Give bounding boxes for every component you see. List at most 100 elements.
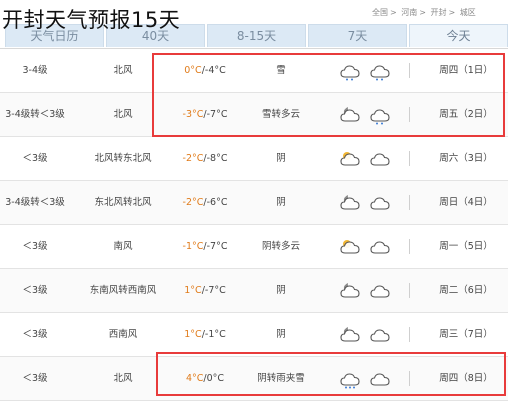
- forecast-row: 周六（3日） 阴 -2°C/-8°C 北风转东北风 ＜3级: [0, 137, 508, 181]
- wind-direction: 西南风: [108, 329, 138, 340]
- snow-cloud-icon: [338, 49, 362, 92]
- column-divider: [409, 195, 410, 210]
- weather-desc: 阴转雨夹雪: [257, 373, 305, 384]
- snow-cloud-icon: [368, 49, 392, 92]
- temp-low: -7°C: [204, 285, 226, 296]
- moon-cloud-icon: [338, 93, 362, 136]
- temp-low: -7°C: [206, 241, 228, 252]
- forecast-date: 周二（6日）: [439, 285, 493, 296]
- forecast-table: 周四（1日） 雪 0°C/-4°C 北风 3-4级周五（2日） 雪转多云 -3°C/-7°C…: [0, 48, 508, 401]
- column-divider: [409, 371, 410, 386]
- weather-desc: 阴: [276, 197, 286, 208]
- cloud-icon: [368, 313, 392, 356]
- breadcrumb-item-district[interactable]: 城区: [460, 8, 476, 17]
- forecast-date: 周四（8日）: [439, 373, 493, 384]
- temp-high: 4°C: [185, 373, 204, 384]
- cloud-icon: [368, 181, 392, 224]
- temp-low: -8°C: [206, 153, 228, 164]
- forecast-row: 周日（4日） 阴 -2°C/-6°C 东北风转北风 3-4级转＜3级: [0, 181, 508, 225]
- column-divider: [409, 151, 410, 166]
- temperature: 0°C/-4°C: [172, 49, 238, 92]
- cloud-icon: [368, 269, 392, 312]
- column-divider: [409, 63, 410, 78]
- forecast-date: 周三（7日）: [439, 329, 493, 340]
- wind-level: 3-4级转＜3级: [5, 109, 65, 120]
- wind-direction: 北风: [113, 373, 133, 384]
- column-divider: [409, 239, 410, 254]
- sun-cloud-icon: [338, 225, 362, 268]
- forecast-date: 周四（1日）: [439, 65, 493, 76]
- moon-cloud-icon: [338, 313, 362, 356]
- forecast-date: 周一（5日）: [439, 241, 493, 252]
- page-title: 开封天气预报15天: [2, 8, 181, 32]
- forecast-row: 周一（5日） 阴转多云 -1°C/-7°C 南风 ＜3级: [0, 225, 508, 269]
- temp-high: -1°C: [182, 241, 204, 252]
- forecast-row: 周三（7日） 阴 1°C/-1°C 西南风 ＜3级: [0, 313, 508, 357]
- wind-direction: 南风: [113, 241, 133, 252]
- forecast-row: 周四（8日） 阴转雨夹雪 4°C/0°C 北风 ＜3级: [0, 357, 508, 401]
- wind-level: ＜3级: [22, 153, 48, 164]
- column-divider: [409, 327, 410, 342]
- wind-level: 3-4级: [22, 65, 48, 76]
- tab-today[interactable]: 今天: [409, 24, 508, 47]
- temp-low: 0°C: [206, 373, 225, 384]
- forecast-date: 周六（3日）: [439, 153, 493, 164]
- weather-desc: 阴: [276, 285, 286, 296]
- weather-desc: 雪转多云: [261, 109, 300, 120]
- wind-direction: 东南风转西南风: [89, 285, 157, 296]
- temperature: 4°C/0°C: [172, 357, 238, 400]
- snow-cloud-icon: [368, 93, 392, 136]
- temp-high: 0°C: [184, 65, 202, 76]
- forecast-date: 周五（2日）: [439, 109, 493, 120]
- temperature: -2°C/-6°C: [172, 181, 238, 224]
- wind-level: ＜3级: [22, 285, 48, 296]
- wind-direction: 北风: [113, 109, 133, 120]
- cloud-icon: [368, 225, 392, 268]
- temp-low: -7°C: [206, 109, 228, 120]
- wind-direction: 北风转东北风: [94, 153, 152, 164]
- wind-direction: 北风: [113, 65, 133, 76]
- weather-desc: 阴: [276, 153, 286, 164]
- temp-low: -6°C: [206, 197, 228, 208]
- breadcrumb-separator: >: [448, 8, 456, 17]
- forecast-row: 周二（6日） 阴 1°C/-7°C 东南风转西南风 ＜3级: [0, 269, 508, 313]
- rain-snow-cloud-icon: [338, 357, 362, 400]
- column-divider: [409, 107, 410, 122]
- temperature: -2°C/-8°C: [172, 137, 238, 180]
- weather-desc: 阴转多云: [261, 241, 300, 252]
- cloud-icon: [368, 137, 392, 180]
- breadcrumb: 全国 > 河南 > 开封 > 城区: [372, 7, 478, 18]
- temp-high: -2°C: [182, 153, 204, 164]
- wind-level: ＜3级: [22, 373, 48, 384]
- tab-8-15-days[interactable]: 8-15天: [207, 24, 306, 47]
- temp-high: -2°C: [182, 197, 204, 208]
- temperature: 1°C/-1°C: [172, 313, 238, 356]
- breadcrumb-separator: >: [419, 8, 426, 17]
- breadcrumb-separator: >: [390, 8, 397, 17]
- forecast-row: 周五（2日） 雪转多云 -3°C/-7°C 北风 3-4级转＜3级: [0, 93, 508, 137]
- wind-level: ＜3级: [22, 329, 48, 340]
- weather-desc: 阴: [276, 329, 286, 340]
- wind-level: ＜3级: [22, 241, 48, 252]
- forecast-row: 周四（1日） 雪 0°C/-4°C 北风 3-4级: [0, 49, 508, 93]
- temp-high: -3°C: [182, 109, 204, 120]
- wind-direction: 东北风转北风: [94, 197, 152, 208]
- column-divider: [409, 283, 410, 298]
- breadcrumb-item-city[interactable]: 开封: [431, 8, 447, 17]
- breadcrumb-item-province[interactable]: 河南: [401, 8, 417, 17]
- moon-cloud-icon: [338, 181, 362, 224]
- temp-high: 1°C: [184, 329, 202, 340]
- tab-7-days[interactable]: 7天: [308, 24, 407, 47]
- weather-desc: 雪: [276, 65, 286, 76]
- temperature: -1°C/-7°C: [172, 225, 238, 268]
- temperature: -3°C/-7°C: [172, 93, 238, 136]
- temperature: 1°C/-7°C: [172, 269, 238, 312]
- moon-cloud-icon: [338, 269, 362, 312]
- cloud-icon: [368, 357, 392, 400]
- forecast-date: 周日（4日）: [439, 197, 493, 208]
- temp-low: -1°C: [204, 329, 226, 340]
- sun-cloud-icon: [338, 137, 362, 180]
- wind-level: 3-4级转＜3级: [5, 197, 65, 208]
- breadcrumb-item-country[interactable]: 全国: [372, 8, 388, 17]
- temp-high: 1°C: [184, 285, 202, 296]
